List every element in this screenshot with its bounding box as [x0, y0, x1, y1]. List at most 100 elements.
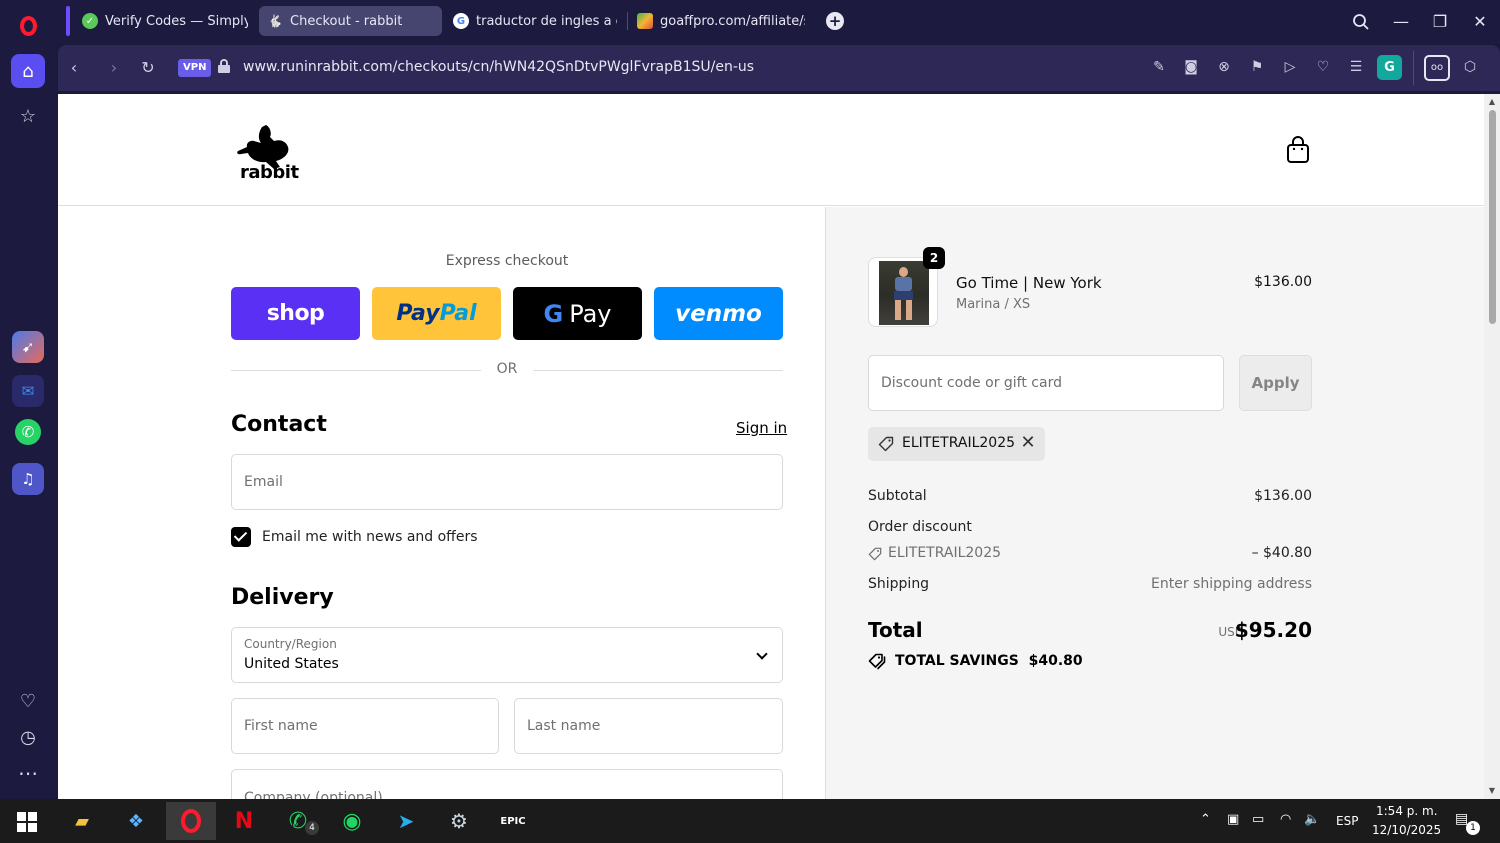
- scroll-up-icon[interactable]: ▲: [1487, 97, 1497, 107]
- forward-icon[interactable]: ›: [102, 56, 126, 80]
- email-field[interactable]: [231, 454, 783, 510]
- last-name-input[interactable]: [515, 699, 782, 753]
- close-window-icon[interactable]: ✕: [1468, 10, 1492, 34]
- company-input[interactable]: [232, 770, 782, 799]
- edit-icon[interactable]: ✎: [1149, 57, 1169, 77]
- order-discount-label: Order discount: [868, 519, 972, 535]
- address-bar[interactable]: www.runinrabbit.com/checkouts/cn/hWN42QS…: [243, 59, 754, 75]
- order-summary-column: 2 Go Time | New York Marina / XS $136.00…: [825, 207, 1484, 799]
- new-tab-plus-icon[interactable]: +: [826, 12, 844, 30]
- tab-traductor[interactable]: G traductor de ingles a español: [445, 6, 625, 36]
- tag-icon: [878, 436, 894, 452]
- play-icon[interactable]: ▷: [1280, 57, 1300, 77]
- easy-setup-icon[interactable]: ☰: [1346, 57, 1366, 77]
- venmo-button[interactable]: venmo: [654, 287, 783, 340]
- paypal-button[interactable]: Pay Pal: [372, 287, 501, 340]
- tab-group-indicator: [66, 6, 70, 36]
- or-divider-text: OR: [496, 361, 518, 377]
- newsletter-checkbox[interactable]: [231, 527, 251, 547]
- telegram-icon[interactable]: ➤: [390, 805, 422, 837]
- last-name-field[interactable]: [514, 698, 783, 754]
- discount-input[interactable]: [869, 356, 1223, 410]
- heart-icon[interactable]: ♡: [1313, 57, 1333, 77]
- browser-sidebar: ⌂ ☆ ➹ ✉ ✆ ♫ ♡ ◷ ⋯: [0, 44, 56, 799]
- netflix-icon[interactable]: N: [228, 805, 260, 837]
- clock-date[interactable]: 12/10/2025: [1372, 823, 1441, 837]
- opera-taskbar-icon[interactable]: [166, 802, 216, 840]
- page-scrollbar[interactable]: ▲ ▼: [1484, 94, 1500, 799]
- pinboards-heart-icon[interactable]: ♡: [11, 684, 45, 718]
- translate-icon[interactable]: ⚑: [1247, 57, 1267, 77]
- back-icon[interactable]: ‹: [62, 56, 86, 80]
- tab-checkout-rabbit[interactable]: 🐇 Checkout - rabbit: [259, 6, 442, 36]
- profile-avatar[interactable]: G: [1377, 55, 1402, 80]
- clock-time[interactable]: 1:54 p. m.: [1376, 804, 1438, 818]
- input-language[interactable]: ESP: [1336, 814, 1358, 828]
- whatsapp-sidebar-icon[interactable]: ✆: [15, 419, 41, 445]
- discount-value: – $40.80: [1251, 545, 1312, 561]
- product-image: [879, 261, 929, 325]
- total-value: $95.20: [1234, 618, 1312, 642]
- copilot-icon[interactable]: ❖: [120, 805, 152, 837]
- total-savings-label: TOTAL SAVINGS: [895, 653, 1019, 669]
- first-name-input[interactable]: [232, 699, 498, 753]
- wifi-icon[interactable]: ◠: [1280, 812, 1291, 827]
- extensions-cube-icon[interactable]: ⬡: [1460, 57, 1480, 77]
- restore-icon[interactable]: ❐: [1428, 10, 1452, 34]
- minimize-icon[interactable]: —: [1389, 10, 1413, 34]
- tray-overflow-chevron-icon[interactable]: ⌃: [1200, 812, 1211, 827]
- newsletter-label: Email me with news and offers: [262, 529, 478, 545]
- google-pay-button[interactable]: G Pay: [513, 287, 642, 340]
- total-savings: TOTAL SAVINGS $40.80: [895, 653, 1083, 669]
- reload-icon[interactable]: ↻: [136, 56, 160, 80]
- tab-verify-codes[interactable]: ✓ Verify Codes — SimplyCodes: [74, 6, 256, 36]
- scrollbar-thumb[interactable]: [1489, 110, 1496, 324]
- adblock-icon[interactable]: ⊗: [1214, 57, 1234, 77]
- rabbit-favicon-icon: 🐇: [267, 14, 283, 28]
- vpn-badge[interactable]: VPN: [178, 59, 212, 77]
- tab-goaffpro[interactable]: goaffpro.com/affiliate/store: [629, 6, 813, 36]
- discount-tag-icon: [868, 547, 882, 561]
- lock-icon[interactable]: [218, 59, 230, 73]
- delivery-heading: Delivery: [231, 585, 334, 610]
- file-explorer-icon[interactable]: ▰: [66, 805, 98, 837]
- steam-icon[interactable]: ⚙: [443, 805, 475, 837]
- or-divider-left: [231, 370, 481, 371]
- first-name-field[interactable]: [231, 698, 499, 754]
- shop-pay-button[interactable]: shop: [231, 287, 360, 340]
- home-icon[interactable]: ⌂: [11, 54, 45, 88]
- discount-field[interactable]: [868, 355, 1224, 411]
- apply-discount-button[interactable]: Apply: [1239, 355, 1312, 411]
- tab-strip: ✓ Verify Codes — SimplyCodes 🐇 Checkout …: [0, 0, 1500, 44]
- bookmarks-star-icon[interactable]: ☆: [11, 99, 45, 133]
- aria-icon[interactable]: oo: [1424, 55, 1450, 81]
- shipping-label: Shipping: [868, 576, 930, 592]
- tab-search-icon[interactable]: [1349, 10, 1373, 34]
- battery-icon[interactable]: ▭: [1252, 812, 1264, 827]
- volume-icon[interactable]: 🔈: [1304, 812, 1320, 827]
- google-g-icon: G: [543, 299, 564, 328]
- shopping-bag-icon[interactable]: [1286, 136, 1310, 164]
- meet-now-icon[interactable]: ▣: [1227, 812, 1239, 827]
- spotify-icon[interactable]: ◉: [336, 805, 368, 837]
- messenger-icon[interactable]: ✉: [12, 375, 44, 407]
- epic-games-icon[interactable]: EPIC: [497, 805, 529, 837]
- email-input[interactable]: [232, 455, 782, 509]
- express-checkout-label: Express checkout: [445, 253, 569, 269]
- subtotal-label: Subtotal: [868, 488, 927, 504]
- music-player-icon[interactable]: ♫: [12, 463, 44, 495]
- tab-title: traductor de ingles a español: [476, 13, 617, 29]
- or-divider-right: [533, 370, 783, 371]
- camera-icon[interactable]: ◙: [1181, 57, 1201, 77]
- opera-menu-icon[interactable]: [14, 12, 42, 40]
- scroll-down-icon[interactable]: ▼: [1487, 786, 1497, 796]
- country-select[interactable]: Country/Region United States: [231, 627, 783, 683]
- aria-app-icon[interactable]: ➹: [12, 331, 44, 363]
- more-dots-icon[interactable]: ⋯: [11, 756, 45, 790]
- remove-discount-close-icon[interactable]: ✕: [1019, 433, 1037, 453]
- product-price: $136.00: [1254, 274, 1312, 290]
- sign-in-link[interactable]: Sign in: [736, 419, 787, 437]
- company-field[interactable]: [231, 769, 783, 799]
- windows-start-icon[interactable]: [17, 812, 37, 832]
- history-clock-icon[interactable]: ◷: [11, 720, 45, 754]
